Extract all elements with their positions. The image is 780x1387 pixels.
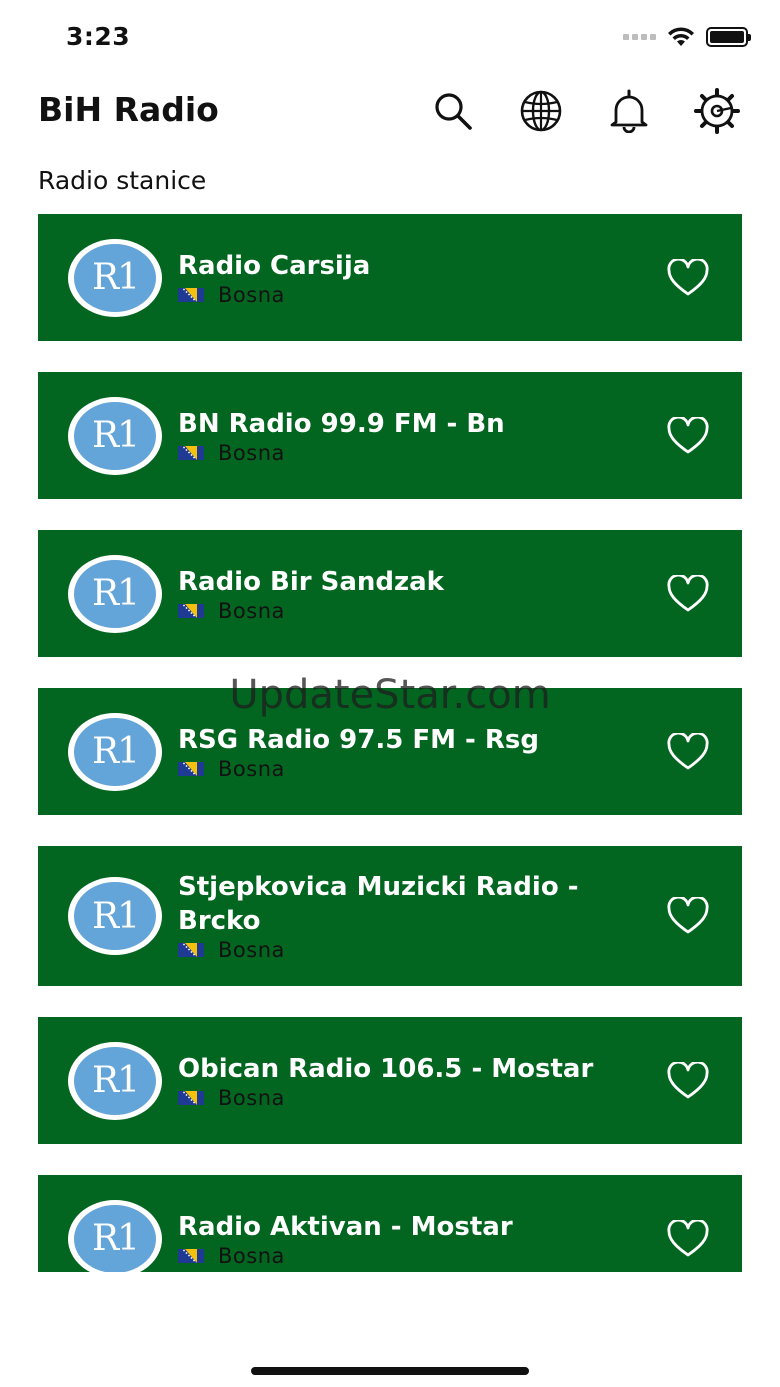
app-header: BiH Radio <box>0 78 780 148</box>
station-info: Obican Radio 106.5 - Mostar Bosna <box>178 1052 654 1110</box>
favorite-button[interactable] <box>664 254 712 302</box>
heart-icon <box>667 732 709 769</box>
bosnia-flag-icon <box>178 943 204 957</box>
battery-icon <box>706 27 751 47</box>
station-card[interactable]: R1 Radio Aktivan - Mostar Bosna <box>38 1175 742 1272</box>
station-logo: R1 <box>68 396 162 475</box>
station-logo: R1 <box>68 238 162 317</box>
station-info: Radio Aktivan - Mostar Bosna <box>178 1210 654 1268</box>
country-label: Bosna <box>218 756 285 781</box>
station-card[interactable]: R1 Radio Carsija Bosna <box>38 214 742 341</box>
home-indicator <box>251 1367 529 1375</box>
station-name: BN Radio 99.9 FM - Bn <box>178 408 505 439</box>
bosnia-flag-icon <box>178 1248 204 1263</box>
language-button[interactable] <box>518 88 564 134</box>
favorite-button[interactable] <box>664 570 712 618</box>
station-country: Bosna <box>178 599 654 623</box>
bosnia-flag-icon <box>178 287 204 302</box>
header-actions <box>430 88 740 134</box>
heart-icon <box>667 1061 709 1098</box>
station-card[interactable]: R1 RSG Radio 97.5 FM - Rsg Bosna <box>38 688 742 815</box>
station-card[interactable]: R1 Obican Radio 106.5 - Mostar Bosna <box>38 1017 742 1144</box>
heart-icon <box>667 574 709 611</box>
station-logo: R1 <box>68 1199 162 1272</box>
station-info: BN Radio 99.9 FM - Bn Bosna <box>178 407 654 465</box>
station-country: Bosna <box>178 938 654 962</box>
favorite-button[interactable] <box>664 728 712 776</box>
globe-icon <box>520 90 562 132</box>
country-label: Bosna <box>218 440 285 465</box>
station-name: Obican Radio 106.5 - Mostar <box>178 1053 594 1084</box>
station-name: RSG Radio 97.5 FM - Rsg <box>178 724 539 755</box>
station-logo: R1 <box>68 554 162 633</box>
station-name: Stjepkovica Muzicki Radio - Brcko <box>178 872 579 936</box>
station-name: Radio Aktivan - Mostar <box>178 1211 513 1242</box>
country-label: Bosna <box>218 1243 285 1268</box>
station-info: Radio Carsija Bosna <box>178 249 654 307</box>
station-country: Bosna <box>178 757 654 781</box>
favorite-button[interactable] <box>664 1057 712 1105</box>
station-info: Stjepkovica Muzicki Radio - Brcko Bosna <box>178 870 654 962</box>
country-label: Bosna <box>218 1085 285 1110</box>
heart-icon <box>667 1219 709 1256</box>
wifi-icon <box>668 27 694 46</box>
notifications-button[interactable] <box>606 88 652 134</box>
station-country: Bosna <box>178 283 654 307</box>
cellular-signal-icon <box>623 34 656 40</box>
station-country: Bosna <box>178 441 654 465</box>
station-country: Bosna <box>178 1086 654 1110</box>
station-logo: R1 <box>68 1041 162 1120</box>
station-logo: R1 <box>68 712 162 791</box>
settings-button[interactable] <box>694 88 740 134</box>
heart-icon <box>667 897 709 934</box>
station-card[interactable]: R1 Stjepkovica Muzicki Radio - Brcko Bos… <box>38 846 742 986</box>
status-icons <box>623 26 751 48</box>
country-label: Bosna <box>218 598 285 623</box>
bosnia-flag-icon <box>178 603 204 618</box>
status-time: 3:23 <box>66 22 131 51</box>
section-title: Radio stanice <box>38 166 207 195</box>
search-icon <box>435 93 472 130</box>
country-label: Bosna <box>218 938 285 962</box>
bell-icon <box>610 89 648 133</box>
station-country: Bosna <box>178 1244 654 1268</box>
app-title: BiH Radio <box>38 90 219 129</box>
station-logo: R1 <box>68 877 162 955</box>
station-card[interactable]: R1 Radio Bir Sandzak Bosna <box>38 530 742 657</box>
bosnia-flag-icon <box>178 445 204 460</box>
station-info: Radio Bir Sandzak Bosna <box>178 565 654 623</box>
bosnia-flag-icon <box>178 761 204 776</box>
status-bar: 3:23 <box>0 0 780 78</box>
gear-icon <box>694 88 740 134</box>
favorite-button[interactable] <box>664 412 712 460</box>
station-card[interactable]: R1 BN Radio 99.9 FM - Bn Bosna <box>38 372 742 499</box>
heart-icon <box>667 258 709 295</box>
search-button[interactable] <box>430 88 476 134</box>
bosnia-flag-icon <box>178 1090 204 1105</box>
station-list[interactable]: R1 Radio Carsija Bosna R1 BN Radio 99.9 <box>38 214 742 1272</box>
heart-icon <box>667 416 709 453</box>
favorite-button[interactable] <box>664 1215 712 1263</box>
country-label: Bosna <box>218 282 285 307</box>
favorite-button[interactable] <box>664 892 712 940</box>
station-info: RSG Radio 97.5 FM - Rsg Bosna <box>178 723 654 781</box>
station-name: Radio Carsija <box>178 250 371 281</box>
station-name: Radio Bir Sandzak <box>178 566 444 597</box>
